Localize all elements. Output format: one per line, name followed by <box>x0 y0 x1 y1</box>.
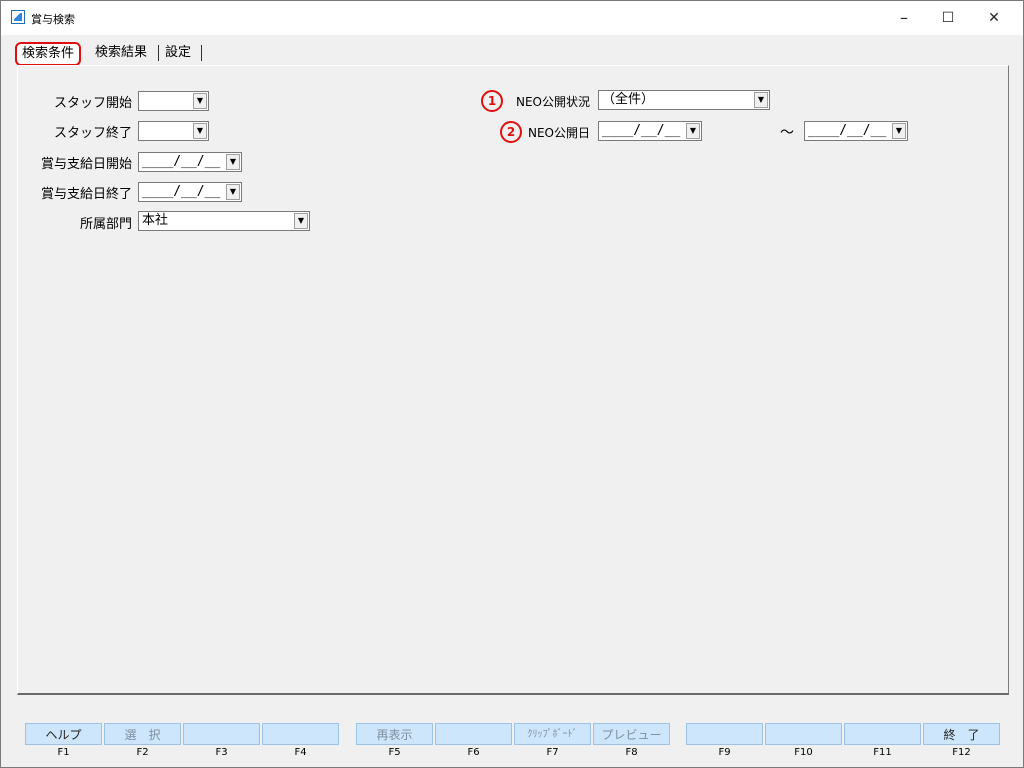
bonus-date-start-value[interactable]: ____/__/__ <box>142 153 220 171</box>
fkey-label: F11 <box>873 747 892 758</box>
fkey-label: F8 <box>625 747 638 758</box>
title-bar: 賞与検索 – ☐ ✕ <box>1 1 1023 35</box>
app-icon <box>11 10 25 24</box>
department-value: 本社 <box>142 213 169 228</box>
f9-button[interactable] <box>686 723 763 745</box>
chevron-down-icon[interactable]: ▼ <box>226 184 240 200</box>
minimize-button[interactable]: – <box>881 1 927 35</box>
help-button[interactable]: ヘルプ <box>25 723 102 745</box>
chevron-down-icon[interactable]: ▼ <box>754 92 768 108</box>
neo-date-to-value[interactable]: ____/__/__ <box>808 122 886 140</box>
fkey-label: F9 <box>718 747 731 758</box>
department-select[interactable]: 本社 ▼ <box>138 211 310 231</box>
close-button[interactable]: ✕ <box>971 1 1017 35</box>
neo-status-select[interactable]: （全件） ▼ <box>598 90 770 110</box>
bonus-date-end-label: 賞与支給日終了 <box>40 187 132 202</box>
neo-status-label: NEO公開状況 <box>515 95 590 109</box>
search-conditions-panel: スタッフ開始 ▼ スタッフ終了 ▼ 賞与支給日開始 ____/__/__ ▼ 賞… <box>17 65 1009 695</box>
refresh-button[interactable]: 再表示 <box>356 723 433 745</box>
chevron-down-icon[interactable]: ▼ <box>294 213 308 229</box>
fkey-label: F1 <box>57 747 70 758</box>
neo-status-value: （全件） <box>602 92 655 107</box>
window-title: 賞与検索 <box>31 13 75 26</box>
date-range-separator: ～ <box>780 125 794 141</box>
maximize-button[interactable]: ☐ <box>925 1 971 35</box>
chevron-down-icon[interactable]: ▼ <box>193 93 207 109</box>
select-button[interactable]: 選 択 <box>104 723 181 745</box>
tab-settings[interactable]: 設定 <box>161 42 195 64</box>
preview-button[interactable]: プレビュー <box>593 723 670 745</box>
department-label: 所属部門 <box>79 217 132 232</box>
tab-separator <box>158 45 159 61</box>
fkey-label: F7 <box>546 747 559 758</box>
staff-start-label: スタッフ開始 <box>53 96 132 111</box>
fkey-label: F10 <box>794 747 813 758</box>
clipboard-button[interactable]: ｸﾘｯﾌﾟﾎﾞｰﾄﾞ <box>514 723 591 745</box>
fkey-label: F2 <box>136 747 149 758</box>
fkey-label: F12 <box>952 747 971 758</box>
bonus-date-start-label: 賞与支給日開始 <box>40 157 132 172</box>
fkey-label: F4 <box>294 747 307 758</box>
bonus-date-end-value[interactable]: ____/__/__ <box>142 183 220 201</box>
staff-end-label: スタッフ終了 <box>53 126 132 141</box>
tab-search-results[interactable]: 検索結果 <box>91 42 151 64</box>
fkey-label: F5 <box>388 747 401 758</box>
app-window: 賞与検索 – ☐ ✕ 検索条件 検索結果 設定 スタッフ開始 ▼ スタッフ終了 … <box>0 0 1024 768</box>
marker-2-badge: 2 <box>500 121 522 143</box>
f6-button[interactable] <box>435 723 512 745</box>
neo-date-from-value[interactable]: ____/__/__ <box>602 122 680 140</box>
staff-end-select[interactable]: ▼ <box>138 121 209 141</box>
neo-date-label: NEO公開日 <box>527 126 590 140</box>
neo-date-from-picker[interactable]: ____/__/__ ▼ <box>598 121 702 141</box>
fkey-label: F6 <box>467 747 480 758</box>
chevron-down-icon[interactable]: ▼ <box>892 123 906 139</box>
tab-separator <box>201 45 202 61</box>
chevron-down-icon[interactable]: ▼ <box>193 123 207 139</box>
neo-date-to-picker[interactable]: ____/__/__ ▼ <box>804 121 908 141</box>
chevron-down-icon[interactable]: ▼ <box>686 123 700 139</box>
bonus-date-end-picker[interactable]: ____/__/__ ▼ <box>138 182 242 202</box>
staff-start-select[interactable]: ▼ <box>138 91 209 111</box>
bonus-date-start-picker[interactable]: ____/__/__ ▼ <box>138 152 242 172</box>
fkey-label: F3 <box>215 747 228 758</box>
f11-button[interactable] <box>844 723 921 745</box>
f4-button[interactable] <box>262 723 339 745</box>
exit-button[interactable]: 終 了 <box>923 723 1000 745</box>
function-key-bar: ヘルプ F1 選 択 F2 F3 F4 再表示 F5 F6 ｸﾘｯﾌﾟﾎﾞｰﾄﾞ… <box>1 719 1023 767</box>
f3-button[interactable] <box>183 723 260 745</box>
f10-button[interactable] <box>765 723 842 745</box>
marker-1-badge: 1 <box>481 90 503 112</box>
tab-search-conditions[interactable]: 検索条件 <box>15 42 82 66</box>
chevron-down-icon[interactable]: ▼ <box>226 154 240 170</box>
